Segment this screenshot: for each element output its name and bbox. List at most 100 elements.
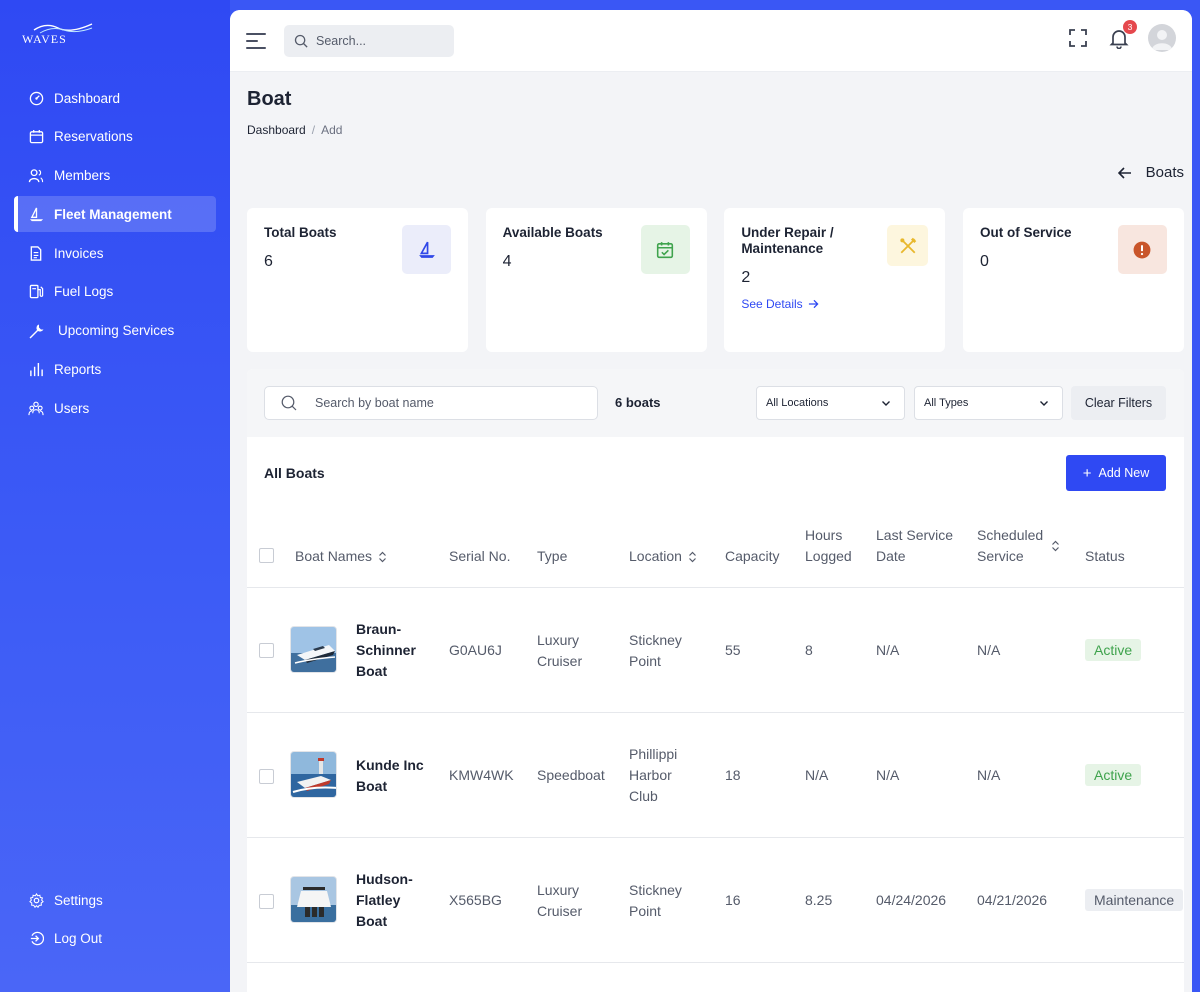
boat-name-line: Boat — [356, 913, 388, 929]
boat-name[interactable]: Braun- Schinner Boat — [356, 619, 416, 682]
topbar-actions: 3 — [1068, 20, 1176, 52]
sidebar-bottom-nav: Settings Log Out — [14, 882, 216, 960]
notification-badge: 3 — [1123, 20, 1137, 34]
status-badge: Active — [1085, 639, 1142, 661]
global-search[interactable] — [284, 24, 454, 57]
scheduled-service-cell: 04/21/2026 — [977, 892, 1048, 908]
menu-toggle-icon[interactable] — [246, 32, 266, 49]
column-header-location[interactable]: Location — [629, 546, 697, 567]
column-header-label: Boat Names — [295, 548, 373, 564]
fullscreen-icon[interactable] — [1068, 28, 1088, 48]
sidebar-item-label: Upcoming Services — [58, 323, 175, 339]
boat-name-line: Hudson- — [356, 871, 413, 887]
logout-icon — [28, 931, 44, 947]
stat-icon-box — [640, 225, 690, 274]
avatar[interactable] — [1148, 24, 1176, 52]
stat-card-under-repair: Under Repair / Maintenance 2 See Details — [724, 208, 946, 352]
sidebar-item-label: Reservations — [54, 129, 133, 145]
type-line: Luxury — [537, 882, 580, 898]
waves-logo[interactable]: WAVES — [22, 20, 102, 50]
boat-photo-icon — [291, 627, 336, 672]
boat-name-line: Flatley — [356, 892, 401, 908]
column-header-boat-names[interactable]: Boat Names — [295, 546, 387, 567]
select-all-checkbox[interactable] — [259, 548, 274, 563]
sidebar-item-reports[interactable]: Reports — [14, 352, 216, 388]
stat-label: Total Boats — [264, 225, 337, 240]
location-line: Point — [629, 653, 661, 669]
boat-name[interactable]: Hudson- Flatley Boat — [356, 869, 413, 932]
table-row[interactable]: Kunde Inc Boat KMW4WK Speedboat Phillippi… — [247, 713, 1184, 838]
sidebar-item-settings[interactable]: Settings — [14, 882, 216, 918]
boat-photo-icon — [291, 877, 336, 922]
stat-card-out-of-service: Out of Service 0 — [962, 208, 1184, 352]
type-line: Luxury — [537, 632, 580, 648]
column-header-line: Hours — [805, 527, 843, 543]
last-service-cell: N/A — [876, 642, 900, 658]
boat-thumbnail — [290, 626, 337, 673]
location-select-value: All Locations — [766, 397, 829, 409]
sidebar-item-fuel-logs[interactable]: Fuel Logs — [14, 274, 216, 310]
serial-cell: KMW4WK — [449, 767, 514, 783]
type-select[interactable]: All Types — [914, 386, 1063, 420]
sidebar-item-dashboard[interactable]: Dashboard — [14, 80, 216, 116]
notifications-button[interactable]: 3 — [1108, 20, 1137, 50]
location-line: Point — [629, 903, 661, 919]
boat-count: 6 boats — [615, 395, 661, 410]
column-header-line: Scheduled — [977, 527, 1044, 543]
sidebar-item-reservations[interactable]: Reservations — [14, 119, 216, 155]
sidebar-item-users[interactable]: Users — [14, 390, 216, 426]
row-checkbox[interactable] — [259, 643, 274, 658]
sidebar-item-invoices[interactable]: Invoices — [14, 235, 216, 271]
stat-label: Out of Service — [979, 225, 1072, 240]
hours-cell: 8 — [805, 642, 813, 658]
table-row[interactable]: Hudson- Flatley Boat X565BG Luxury Cruiser … — [247, 838, 1184, 963]
column-header-capacity: Capacity — [725, 548, 780, 564]
alert-icon — [1134, 241, 1151, 258]
type-line: Cruiser — [537, 903, 583, 919]
sidebar-item-upcoming-services[interactable]: Upcoming Services — [14, 313, 216, 349]
last-service-cell: 04/24/2026 — [876, 892, 947, 908]
list-title: All Boats — [264, 465, 325, 481]
table-row[interactable]: Braun- Schinner Boat G0AU6J Luxury Cruiser … — [247, 588, 1184, 713]
arrow-left-icon — [1117, 166, 1131, 179]
capacity-cell: 16 — [725, 892, 741, 908]
add-new-button[interactable]: + Add New — [1066, 455, 1166, 491]
plus-icon: + — [1082, 464, 1092, 482]
tools-icon — [900, 237, 917, 253]
stat-icon-box — [887, 225, 929, 266]
calendar-icon — [28, 129, 44, 145]
user-avatar-icon — [1152, 30, 1172, 50]
see-details-link[interactable]: See Details — [741, 297, 819, 311]
location-cell: Stickney Point — [629, 630, 682, 672]
type-cell: Luxury Cruiser — [537, 880, 582, 922]
search-icon — [281, 395, 297, 411]
sidebar-item-label: Fleet Management — [54, 206, 172, 222]
location-select[interactable]: All Locations — [756, 386, 905, 420]
breadcrumb-dashboard[interactable]: Dashboard — [247, 123, 306, 137]
back-to-boats-link[interactable]: Boats — [1117, 164, 1184, 181]
row-checkbox[interactable] — [259, 894, 274, 909]
stat-label: Under Repair / Maintenance — [741, 225, 834, 256]
column-header-scheduled-service[interactable]: Scheduled Service — [977, 525, 1059, 567]
column-header-hours-logged: Hours Logged — [805, 525, 852, 567]
sidebar-item-log-out[interactable]: Log Out — [14, 921, 216, 957]
boat-name[interactable]: Kunde Inc Boat — [356, 755, 424, 797]
boat-name-line: Boat — [356, 663, 388, 679]
last-service-cell: N/A — [876, 767, 900, 783]
scheduled-service-cell: N/A — [977, 642, 1001, 658]
sidebar-item-fleet-management[interactable]: Fleet Management — [14, 196, 216, 233]
boat-photo-icon — [291, 752, 336, 797]
sidebar-item-label: Reports — [54, 362, 102, 378]
sidebar-item-label: Invoices — [54, 245, 104, 261]
column-header-line: Service — [977, 548, 1024, 564]
boat-search-input[interactable] — [315, 396, 575, 410]
location-cell: Stickney Point — [629, 880, 682, 922]
row-checkbox[interactable] — [259, 769, 274, 784]
boat-search[interactable] — [264, 386, 598, 420]
column-header-type: Type — [537, 548, 568, 564]
breadcrumb-current: Add — [321, 123, 343, 137]
clear-filters-button[interactable]: Clear Filters — [1071, 386, 1166, 420]
sidebar-item-members[interactable]: Members — [14, 158, 216, 194]
global-search-input[interactable] — [316, 33, 436, 48]
page-title: Boat — [247, 88, 292, 110]
